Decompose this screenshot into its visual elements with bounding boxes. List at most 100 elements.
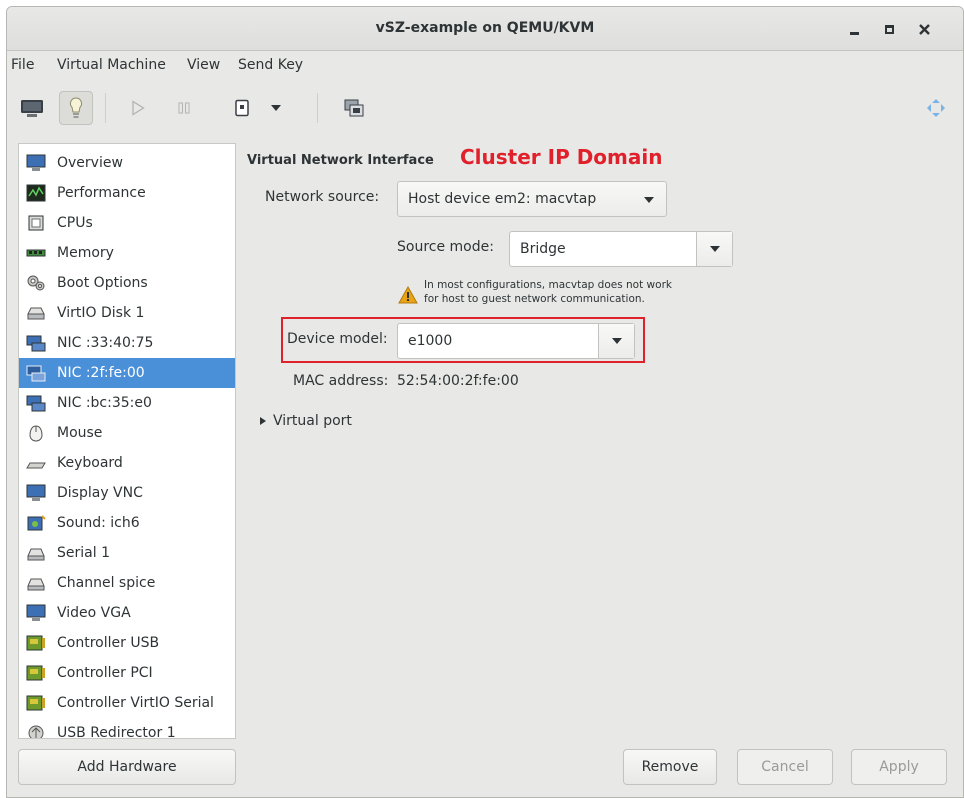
boot-options-icon [25, 273, 47, 293]
sidebar-item-label: Controller VirtIO Serial [57, 695, 214, 711]
sidebar-item-label: CPUs [57, 215, 93, 231]
network-source-value: Host device em2: macvtap [408, 191, 597, 207]
fullscreen-button[interactable] [919, 91, 953, 125]
nic-icon [25, 333, 47, 353]
toolbar-separator [105, 93, 106, 123]
sidebar-item-label: Display VNC [57, 485, 143, 501]
warning-line-1: In most configurations, macvtap does not… [424, 279, 672, 291]
console-button[interactable] [15, 91, 49, 125]
virtual-port-label: Virtual port [273, 413, 352, 429]
menu-view[interactable]: View [187, 57, 220, 73]
close-button[interactable] [912, 17, 936, 41]
cpu-icon [25, 213, 47, 233]
performance-icon [25, 183, 47, 203]
controller-icon [25, 693, 47, 713]
sidebar-item-nic-33-40-75[interactable]: NIC :33:40:75 [19, 328, 235, 358]
maximize-button[interactable] [877, 17, 901, 41]
close-icon [918, 23, 930, 35]
sidebar-item-memory[interactable]: Memory [19, 238, 235, 268]
chevron-down-icon [644, 197, 654, 203]
sidebar-item-controller-virtio-serial[interactable]: Controller VirtIO Serial [19, 688, 235, 718]
sidebar-item-label: Keyboard [57, 455, 123, 471]
sidebar-item-usb-redirector-1[interactable]: USB Redirector 1 [19, 718, 235, 738]
sidebar-item-nic-bc-35-e0[interactable]: NIC :bc:35:e0 [19, 388, 235, 418]
add-hardware-button[interactable]: Add Hardware [18, 749, 236, 785]
sidebar-item-label: NIC :bc:35:e0 [57, 395, 152, 411]
device-model-label: Device model: [287, 331, 388, 347]
mouse-icon [25, 423, 47, 443]
chevron-right-icon [260, 417, 266, 425]
annotation-label: Cluster IP Domain [460, 145, 663, 169]
network-source-select[interactable]: Host device em2: macvtap [397, 181, 667, 217]
sidebar-item-label: NIC :2f:fe:00 [57, 365, 145, 381]
sidebar-item-label: Serial 1 [57, 545, 110, 561]
sidebar-item-video-vga[interactable]: Video VGA [19, 598, 235, 628]
section-title: Virtual Network Interface [247, 153, 434, 168]
source-mode-dropdown-button[interactable] [696, 232, 732, 266]
run-button[interactable] [121, 91, 155, 125]
source-mode-combo[interactable]: Bridge [509, 231, 733, 267]
sidebar-item-label: Channel spice [57, 575, 156, 591]
usb-redirector-icon [25, 723, 47, 738]
menu-file[interactable]: File [11, 57, 34, 73]
device-model-combo[interactable]: e1000 [397, 323, 635, 359]
sidebar-item-overview[interactable]: Overview [19, 148, 235, 178]
console-icon [21, 100, 43, 117]
sidebar-item-channel-spice[interactable]: Channel spice [19, 568, 235, 598]
sidebar-item-label: VirtIO Disk 1 [57, 305, 145, 321]
sidebar-item-boot-options[interactable]: Boot Options [19, 268, 235, 298]
toolbar [7, 79, 963, 137]
details-button[interactable] [59, 91, 93, 125]
apply-button[interactable]: Apply [851, 749, 947, 785]
menu-send-key[interactable]: Send Key [238, 57, 303, 73]
sidebar-item-virtio-disk-1[interactable]: VirtIO Disk 1 [19, 298, 235, 328]
pause-button[interactable] [167, 91, 201, 125]
network-source-label: Network source: [265, 189, 380, 205]
sidebar-item-controller-pci[interactable]: Controller PCI [19, 658, 235, 688]
sidebar-item-label: Performance [57, 185, 146, 201]
device-model-value: e1000 [408, 333, 453, 349]
nic-icon [25, 393, 47, 413]
sidebar-item-label: Boot Options [57, 275, 148, 291]
sidebar-item-performance[interactable]: Performance [19, 178, 235, 208]
controller-icon [25, 633, 47, 653]
snapshots-button[interactable] [337, 91, 371, 125]
sidebar-item-controller-usb[interactable]: Controller USB [19, 628, 235, 658]
chevron-down-icon [710, 246, 720, 252]
chevron-down-icon [612, 338, 622, 344]
sidebar-item-label: Video VGA [57, 605, 131, 621]
minimize-icon [849, 31, 859, 35]
title-bar: vSZ-example on QEMU/KVM [7, 7, 963, 51]
window-title: vSZ-example on QEMU/KVM [375, 20, 595, 36]
nic-icon [25, 363, 47, 383]
sidebar-item-nic-2f-fe-00[interactable]: NIC :2f:fe:00 [19, 358, 235, 388]
shutdown-menu-button[interactable] [259, 91, 293, 125]
details-icon [70, 97, 82, 118]
controller-icon [25, 663, 47, 683]
snapshots-icon [344, 99, 364, 117]
sound-icon [25, 513, 47, 533]
sidebar-item-display-vnc[interactable]: Display VNC [19, 478, 235, 508]
overview-icon [25, 153, 47, 173]
keyboard-icon [25, 453, 47, 473]
sidebar-item-mouse[interactable]: Mouse [19, 418, 235, 448]
sidebar-item-keyboard[interactable]: Keyboard [19, 448, 235, 478]
minimize-button[interactable] [842, 17, 866, 41]
chevron-down-icon [271, 105, 281, 111]
virtual-port-expander[interactable]: Virtual port [259, 413, 352, 429]
source-mode-label: Source mode: [397, 239, 494, 255]
shutdown-button[interactable] [225, 91, 259, 125]
cancel-button[interactable]: Cancel [737, 749, 833, 785]
device-model-dropdown-button[interactable] [598, 324, 634, 358]
hardware-list: Overview Performance CPUs Memory Boot Op… [18, 143, 236, 739]
sidebar-item-sound-ich6[interactable]: Sound: ich6 [19, 508, 235, 538]
disk-icon [25, 303, 47, 323]
sidebar-item-cpus[interactable]: CPUs [19, 208, 235, 238]
sidebar-item-label: Overview [57, 155, 123, 171]
fullscreen-icon [927, 99, 945, 117]
warning-line-2: for host to guest network communication. [424, 293, 645, 305]
sidebar-item-label: Sound: ich6 [57, 515, 140, 531]
sidebar-item-serial-1[interactable]: Serial 1 [19, 538, 235, 568]
remove-button[interactable]: Remove [623, 749, 717, 785]
menu-virtual-machine[interactable]: Virtual Machine [57, 57, 166, 73]
